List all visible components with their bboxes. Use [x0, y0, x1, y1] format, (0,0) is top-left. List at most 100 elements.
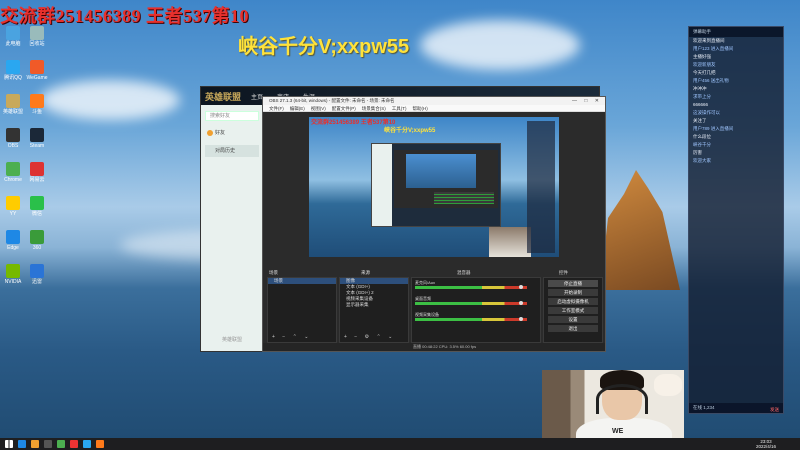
desktop-icon[interactable]: 微信: [26, 196, 48, 217]
system-clock[interactable]: 23:03 2022/4/16: [756, 439, 776, 449]
chat-message: 这波操作可以: [693, 110, 720, 115]
obs-menu-item[interactable]: 文件(F): [269, 106, 284, 111]
lol-sidebar-item-label: 好友: [215, 130, 226, 136]
taskbar-app-icon[interactable]: [83, 440, 91, 448]
chat-message: 今天打几把: [693, 70, 716, 75]
control-button[interactable]: 启动虚拟摄像机: [548, 298, 598, 305]
desktop-icon[interactable]: YY: [2, 196, 24, 217]
desktop-icon-label: 斗鱼: [31, 109, 42, 115]
chat-message: 关注了: [693, 118, 707, 123]
chat-message-list: 欢迎来到直播间 用户123 进入直播间 主播好强 欢迎新朋友 今天打几把 用户456 送出…: [689, 37, 783, 165]
obs-menu-item[interactable]: 配置文件(P): [332, 106, 356, 111]
desktop-icon-label: 迅雷: [31, 279, 42, 285]
desktop-icon-label: 360: [32, 245, 42, 251]
controls-dock-header: 控件: [559, 270, 568, 275]
obs-menu-item[interactable]: 编辑(E): [290, 106, 305, 111]
control-button[interactable]: 退出: [548, 325, 598, 332]
desktop-icon[interactable]: NVIDIA: [2, 264, 24, 285]
taskbar-app-icon[interactable]: [31, 440, 39, 448]
taskbar-app-icon[interactable]: [96, 440, 104, 448]
mixer-channel: 桌面音频: [415, 296, 537, 310]
desktop-icon[interactable]: 英雄联盟: [2, 94, 24, 115]
obs-window[interactable]: OBS 27.1.3 (64-bit, windows) - 配置文件: 未命名…: [262, 96, 606, 352]
obs-menu-item[interactable]: 场景集合(S): [362, 106, 386, 111]
mixer-channel: 麦克风/Aux: [415, 280, 537, 294]
plush-toy: [654, 374, 682, 396]
app-icon: [6, 230, 20, 244]
desktop-icon[interactable]: 360: [26, 230, 48, 251]
desktop-icon[interactable]: 斗鱼: [26, 94, 48, 115]
background-cloud: [40, 80, 180, 120]
chat-panel[interactable]: 弹幕助手 欢迎来到直播间 用户123 进入直播间 主播好强 欢迎新朋友 今天打几把 用户4…: [688, 26, 784, 414]
obs-preview-canvas[interactable]: 交流群251456389 王者537第10 峡谷千分V;xxpw55: [309, 117, 559, 257]
app-icon: [30, 162, 44, 176]
volume-slider[interactable]: [519, 301, 523, 305]
window-controls[interactable]: — □ ✕: [572, 97, 602, 105]
scene-tools[interactable]: + − ⌃ ⌄: [272, 334, 311, 340]
background-rock: [600, 170, 680, 290]
controls-dock: 停止直播开始录制启动虚拟摄像机 工作室模式设置退出: [543, 277, 603, 343]
nested-preview: [406, 154, 476, 188]
nested-mixer: [434, 192, 494, 204]
chat-message: 什么段位: [693, 134, 711, 139]
app-icon: [30, 230, 44, 244]
shirt-print: WE: [612, 428, 624, 435]
taskbar-app-icon[interactable]: [18, 440, 26, 448]
app-icon: [6, 94, 20, 108]
windows-start-icon[interactable]: [5, 440, 13, 448]
scene-item[interactable]: 场景: [268, 278, 336, 284]
volume-slider[interactable]: [519, 285, 523, 289]
lol-sidebar-footer: 英雄联盟: [221, 337, 242, 343]
app-icon: [6, 196, 20, 210]
desktop-icon-label: Edge: [7, 245, 19, 251]
desktop-icon[interactable]: Steam: [26, 128, 48, 149]
volume-meter: [415, 318, 527, 321]
lol-sidebar-item-friends[interactable]: 好友: [205, 127, 259, 139]
desktop-icon[interactable]: 此电脑: [2, 26, 24, 47]
scenes-dock-header: 场景: [269, 270, 278, 275]
desktop-icon-label: Chrome: [4, 177, 22, 183]
preview-nested-window: [371, 143, 501, 227]
control-button[interactable]: 开始录制: [548, 289, 598, 296]
desktop-icon[interactable]: Chrome: [2, 162, 24, 183]
obs-docks: 场景 场景 + − ⌃ ⌄ 来源 图像 文本 (GDI+) 文本 (GDI+) 2视…: [267, 269, 603, 353]
obs-menu-item[interactable]: 工具(T): [392, 106, 407, 111]
desktop-icon-label: Steam: [29, 143, 45, 149]
desktop-icon[interactable]: Edge: [2, 230, 24, 251]
chat-message: 用户123 进入直播间: [693, 46, 734, 51]
app-icon: [30, 196, 44, 210]
chat-message: 用户789 进入直播间: [693, 126, 734, 131]
source-tools[interactable]: + − ⚙ ⌃ ⌄: [344, 334, 395, 340]
desktop-icon[interactable]: 腾讯QQ: [2, 60, 24, 81]
desktop-icon-label: 回收站: [29, 41, 45, 47]
desktop-icon[interactable]: OBS: [2, 128, 24, 149]
chat-header: 弹幕助手: [689, 27, 783, 37]
chat-message: 用户456 送出礼物: [693, 78, 729, 83]
chat-message: 厉害: [693, 150, 702, 155]
taskbar-app-icon[interactable]: [57, 440, 65, 448]
obs-menu-item[interactable]: 视图(V): [311, 106, 326, 111]
desktop-icon-label: 英雄联盟: [2, 109, 23, 115]
control-button[interactable]: 停止直播: [548, 280, 598, 287]
desktop-icon[interactable]: 回收站: [26, 26, 48, 47]
control-button[interactable]: 设置: [548, 316, 598, 323]
volume-meter: [415, 286, 527, 289]
app-icon: [6, 60, 20, 74]
chat-message: 主播好强: [693, 54, 711, 59]
desktop-icon[interactable]: 迅雷: [26, 264, 48, 285]
chat-message: 欢迎大家: [693, 158, 711, 163]
taskbar-app-icon[interactable]: [70, 440, 78, 448]
volume-slider[interactable]: [519, 317, 523, 321]
desktop-icon[interactable]: WeGame: [26, 60, 48, 81]
app-icon: [30, 264, 44, 278]
desktop-icon[interactable]: 网易云: [26, 162, 48, 183]
lol-search-input[interactable]: 搜索好友: [205, 111, 259, 121]
source-item[interactable]: 显示器采集: [340, 302, 408, 308]
lol-sidebar-item-history[interactable]: 对局历史: [205, 145, 259, 157]
taskbar-app-icon[interactable]: [44, 440, 52, 448]
send-button[interactable]: 发送: [770, 405, 779, 415]
obs-menu-item[interactable]: 帮助(H): [413, 106, 428, 111]
obs-title-text: OBS 27.1.3 (64-bit, windows) - 配置文件: 未命名…: [269, 98, 395, 103]
obs-status-bar: 直播 00:48:22 CPU: 3.5% 60.00 fps: [263, 343, 605, 351]
control-button[interactable]: 工作室模式: [548, 307, 598, 314]
